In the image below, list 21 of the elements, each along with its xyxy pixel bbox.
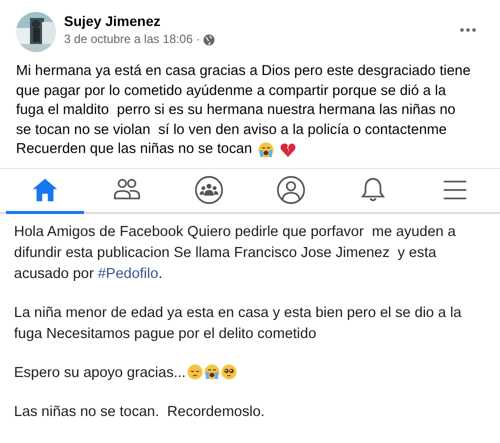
post-text: Hola Amigos de Facebook Quiero pedirle que porfavor me ayuden a difundir esta publicacion Se llama Francisco Jose Jimenez y esta acusado por #Pedofilo. [14,224,457,282]
hashtag-link[interactable]: #Pedofilo [98,266,158,282]
post-text-line: Recuerden que las niñas no se tocan [16,140,252,159]
post-text-line: Mi hermana ya está en casa gracias a Dios pero este desgraciado tiene [16,62,471,81]
author-name[interactable]: Sujey Jimenez [64,12,452,31]
sad-face-icon [186,364,203,380]
post-text-line: que pagar por lo cometido ayúdenme a compartir porque se dió a la [16,82,446,100]
pleading-face-icon [220,364,237,380]
person-circle-icon [276,174,306,204]
group-icon [194,174,224,204]
globe-icon [203,34,216,46]
crying-face-icon [204,364,220,380]
post-date[interactable]: 3 de octubre a las 18:06 · [64,31,200,48]
post-text-line: se tocan no se violan sí lo ven den aviso a la policía o contactenme [16,120,447,140]
more-options-icon[interactable] [460,28,476,32]
post-text: La niña menor de edad ya esta en casa y esta bien pero el se dio a la fuga Necesitamos pague por el delito cometido [14,304,462,342]
post-text-line: fuga el maldito perro si es su hermana nuestra hermana las niñas no [16,101,456,120]
crying-face-icon [258,142,274,158]
post-text: Las niñas no se tocan. Recordemoslo. [14,404,265,420]
post-text: Espero su apoyo gracias... [14,364,186,380]
broken-heart-icon [280,142,296,158]
